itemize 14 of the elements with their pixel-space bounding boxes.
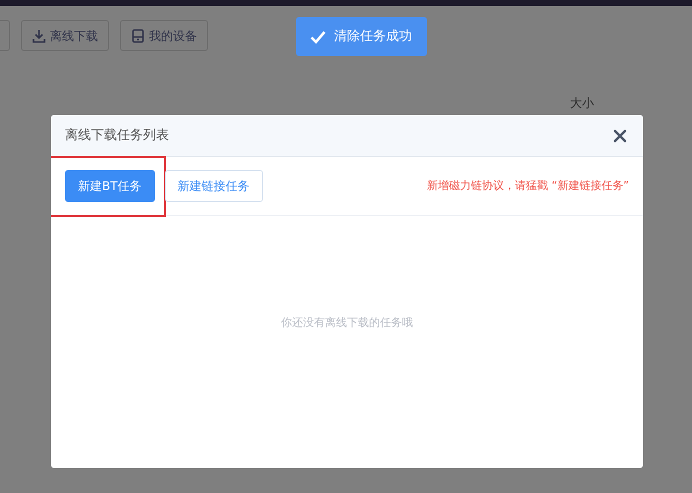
column-header: 大小 [570,95,594,112]
new-bt-task-button[interactable]: 新建BT任务 [65,170,155,202]
toolbar-button[interactable]: 离线下载 [21,20,109,51]
download-icon [32,28,46,42]
notice-text: 新增磁力链协议，请猛戳 “新建链接任务” [427,178,629,194]
empty-message: 你还没有离线下载的任务哦 [281,316,413,329]
device-icon [131,28,145,42]
dialog-title: 离线下载任务列表 [65,126,169,145]
success-toast: 清除任务成功 [296,17,427,56]
close-button[interactable] [613,128,627,142]
new-link-task-button[interactable]: 新建链接任务 [164,170,263,202]
toolbar-button[interactable]: 我的设备 [120,20,208,51]
close-icon [613,128,627,142]
check-icon [310,30,326,44]
